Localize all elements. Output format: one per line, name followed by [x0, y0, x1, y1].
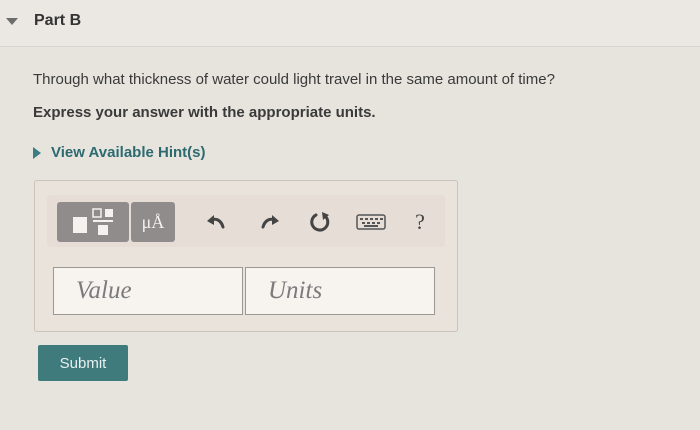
keyboard-icon — [356, 214, 386, 230]
answer-instruction: Express your answer with the appropriate… — [33, 104, 376, 121]
view-hints-link[interactable]: View Available Hint(s) — [33, 144, 206, 161]
help-icon: ? — [415, 209, 425, 234]
units-button[interactable]: μÅ — [131, 202, 175, 242]
part-title: Part B — [34, 12, 82, 29]
expand-arrow-icon — [33, 146, 41, 159]
templates-button[interactable] — [57, 202, 129, 242]
undo-icon — [207, 215, 225, 229]
undo-button[interactable] — [199, 202, 233, 242]
answer-panel: μÅ ? Value Units — [34, 180, 458, 332]
reset-button[interactable] — [303, 202, 337, 242]
templates-icon — [73, 208, 113, 235]
help-button[interactable]: ? — [403, 202, 437, 242]
submit-button[interactable]: Submit — [38, 345, 128, 381]
units-button-label: μÅ — [141, 211, 165, 232]
units-input[interactable] — [245, 267, 435, 315]
redo-button[interactable] — [253, 202, 287, 242]
view-hints-label: View Available Hint(s) — [51, 144, 206, 161]
value-input[interactable] — [53, 267, 243, 315]
redo-icon — [261, 215, 279, 229]
part-header[interactable]: Part B — [0, 0, 700, 47]
question-text: Through what thickness of water could li… — [33, 71, 555, 88]
reset-icon — [310, 212, 330, 232]
collapse-caret-icon[interactable] — [6, 18, 18, 25]
math-toolbar: μÅ ? — [47, 195, 445, 247]
keyboard-button[interactable] — [351, 202, 391, 242]
